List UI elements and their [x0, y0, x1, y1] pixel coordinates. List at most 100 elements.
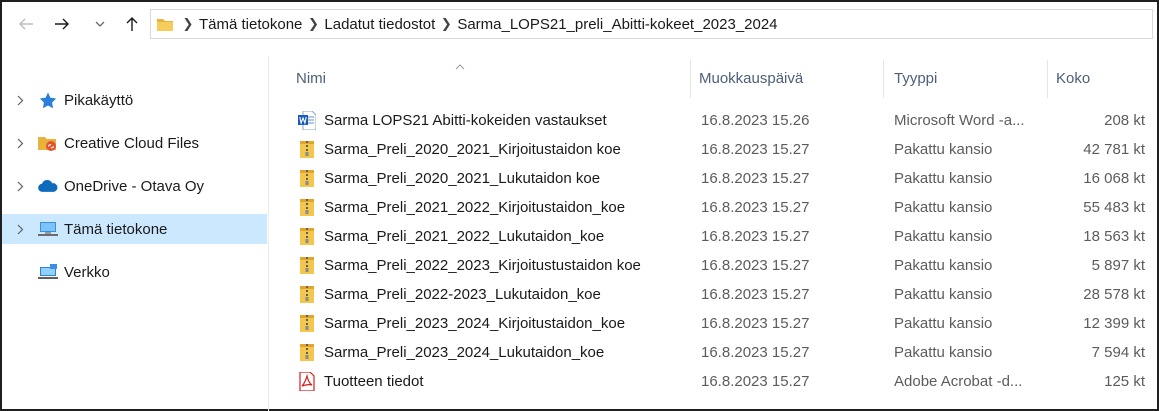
- chevron-right-icon[interactable]: [2, 224, 38, 235]
- file-date: 16.8.2023 15.27: [701, 344, 810, 361]
- chevron-right-icon[interactable]: [2, 95, 38, 106]
- file-date: 16.8.2023 15.27: [701, 257, 810, 274]
- onedrive-cloud-icon: [38, 177, 58, 195]
- chevron-right-icon[interactable]: [2, 138, 38, 149]
- file-row[interactable]: Sarma_Preli_2021_2022_Lukutaidon_koe 16.…: [270, 222, 1157, 251]
- file-name: Sarma_Preli_2020_2021_Kirjoitustaidon ko…: [324, 141, 621, 158]
- file-name: Tuotteen tiedot: [324, 373, 424, 390]
- file-type: Pakattu kansio: [894, 170, 993, 187]
- file-row[interactable]: Sarma LOPS21 Abitti-kokeiden vastaukset …: [270, 106, 1157, 135]
- file-type: Pakattu kansio: [894, 141, 993, 158]
- file-name: Sarma_Preli_2020_2021_Lukutaidon koe: [324, 170, 601, 187]
- sidebar-item-quick-access[interactable]: Pikakäyttö: [2, 85, 267, 115]
- zip-folder-icon: [300, 344, 314, 361]
- file-row[interactable]: Sarma_Preli_2023_2024_Lukutaidon_koe 16.…: [270, 338, 1157, 367]
- file-row[interactable]: Sarma_Preli_2020_2021_Lukutaidon koe 16.…: [270, 164, 1157, 193]
- file-size: 42 781 kt: [1083, 141, 1145, 158]
- zip-folder-icon: [300, 315, 314, 332]
- file-size: 5 897 kt: [1091, 257, 1145, 274]
- zip-folder-icon: [300, 141, 314, 158]
- sidebar-item-creative-cloud-files[interactable]: Creative Cloud Files: [2, 128, 267, 158]
- column-header-type[interactable]: Tyyppi: [894, 70, 937, 87]
- file-size: 18 563 kt: [1083, 228, 1145, 245]
- file-date: 16.8.2023 15.27: [701, 286, 810, 303]
- breadcrumb-item[interactable]: Sarma_LOPS21_preli_Abitti-kokeet_2023_20…: [457, 16, 777, 33]
- file-name: Sarma_Preli_2023_2024_Kirjoitustaidon_ko…: [324, 315, 626, 332]
- file-type: Pakattu kansio: [894, 257, 993, 274]
- navigation-bar: ❯ Tämä tietokone ❯ Ladatut tiedostot ❯ S…: [2, 2, 1157, 46]
- file-date: 16.8.2023 15.27: [701, 228, 810, 245]
- file-type: Pakattu kansio: [894, 199, 993, 216]
- chevron-right-icon: ❯: [182, 16, 194, 31]
- zip-folder-icon: [300, 286, 314, 303]
- navigation-pane: Pikakäyttö Creative Cloud Files OneDrive…: [2, 56, 269, 411]
- file-type: Pakattu kansio: [894, 228, 993, 245]
- column-header-date[interactable]: Muokkauspäivä: [699, 70, 803, 87]
- file-row[interactable]: Sarma_Preli_2022-2023_Lukutaidon_koe 16.…: [270, 280, 1157, 309]
- address-bar[interactable]: ❯ Tämä tietokone ❯ Ladatut tiedostot ❯ S…: [150, 9, 1153, 39]
- column-headers: Nimi Muokkauspäivä Tyyppi Koko: [270, 56, 1157, 100]
- column-divider[interactable]: [1047, 60, 1048, 98]
- file-name: Sarma_Preli_2021_2022_Lukutaidon_koe: [324, 228, 605, 245]
- file-date: 16.8.2023 15.27: [701, 170, 810, 187]
- recent-locations-chevron-icon[interactable]: [92, 9, 108, 39]
- zip-folder-icon: [300, 257, 314, 274]
- file-name: Sarma_Preli_2023_2024_Lukutaidon_koe: [324, 344, 605, 361]
- file-date: 16.8.2023 15.27: [701, 199, 810, 216]
- network-icon: [38, 263, 58, 281]
- file-list: Nimi Muokkauspäivä Tyyppi Koko Sarma LOP…: [270, 56, 1157, 411]
- file-row[interactable]: Tuotteen tiedot 16.8.2023 15.27 Adobe Ac…: [270, 367, 1157, 396]
- file-size: 7 594 kt: [1091, 344, 1145, 361]
- file-size: 28 578 kt: [1083, 286, 1145, 303]
- chevron-right-icon[interactable]: ❯: [302, 16, 324, 32]
- sidebar-item-label: Pikakäyttö: [64, 91, 134, 109]
- file-row[interactable]: Sarma_Preli_2023_2024_Kirjoitustaidon_ko…: [270, 309, 1157, 338]
- breadcrumb-item[interactable]: Ladatut tiedostot: [324, 16, 435, 33]
- file-size: 125 kt: [1104, 373, 1145, 390]
- file-date: 16.8.2023 15.26: [701, 112, 810, 129]
- file-type: Pakattu kansio: [894, 344, 993, 361]
- file-date: 16.8.2023 15.27: [701, 141, 810, 158]
- folder-icon: [157, 19, 173, 31]
- sidebar-item-onedrive[interactable]: OneDrive - Otava Oy: [2, 171, 267, 201]
- file-size: 12 399 kt: [1083, 315, 1145, 332]
- computer-icon: [38, 220, 58, 238]
- zip-folder-icon: [300, 170, 314, 187]
- sidebar-item-label: Verkko: [64, 263, 110, 281]
- sidebar-item-label: OneDrive - Otava Oy: [64, 177, 205, 195]
- file-row[interactable]: Sarma_Preli_2020_2021_Kirjoitustaidon ko…: [270, 135, 1157, 164]
- file-type: Microsoft Word -a...: [894, 112, 1025, 129]
- file-size: 208 kt: [1104, 112, 1145, 129]
- column-divider[interactable]: [883, 60, 884, 98]
- column-header-size[interactable]: Koko: [1056, 70, 1090, 87]
- file-size: 16 068 kt: [1083, 170, 1145, 187]
- pdf-document-icon: [299, 372, 315, 391]
- column-header-name[interactable]: Nimi: [296, 70, 326, 87]
- file-row[interactable]: Sarma_Preli_2021_2022_Kirjoitustaidon_ko…: [270, 193, 1157, 222]
- forward-arrow-icon[interactable]: [48, 9, 76, 39]
- chevron-right-icon[interactable]: ❯: [435, 16, 457, 32]
- back-arrow-icon[interactable]: [12, 9, 40, 39]
- file-name: Sarma LOPS21 Abitti-kokeiden vastaukset: [324, 112, 607, 129]
- star-icon: [38, 91, 58, 109]
- file-name: Sarma_Preli_2022-2023_Lukutaidon_koe: [324, 286, 601, 303]
- sidebar-item-label: Tämä tietokone: [64, 220, 168, 238]
- breadcrumb-item[interactable]: Tämä tietokone: [199, 16, 302, 33]
- file-type: Adobe Acrobat -d...: [894, 373, 1023, 390]
- sidebar-item-network[interactable]: Verkko: [2, 257, 267, 287]
- sort-ascending-icon: [455, 57, 465, 74]
- word-document-icon: [298, 111, 316, 130]
- sidebar-item-label: Creative Cloud Files: [64, 134, 200, 152]
- column-divider[interactable]: [690, 60, 691, 98]
- file-name: Sarma_Preli_2021_2022_Kirjoitustaidon_ko…: [324, 199, 626, 216]
- file-type: Pakattu kansio: [894, 315, 993, 332]
- file-size: 55 483 kt: [1083, 199, 1145, 216]
- file-type: Pakattu kansio: [894, 286, 993, 303]
- up-arrow-icon[interactable]: [118, 9, 146, 39]
- sidebar-item-this-pc[interactable]: Tämä tietokone: [2, 214, 267, 244]
- file-row[interactable]: Sarma_Preli_2022_2023_Kirjoitustustaidon…: [270, 251, 1157, 280]
- chevron-right-icon[interactable]: [2, 181, 38, 192]
- creative-cloud-folder-icon: [38, 134, 58, 152]
- file-date: 16.8.2023 15.27: [701, 373, 810, 390]
- zip-folder-icon: [300, 228, 314, 245]
